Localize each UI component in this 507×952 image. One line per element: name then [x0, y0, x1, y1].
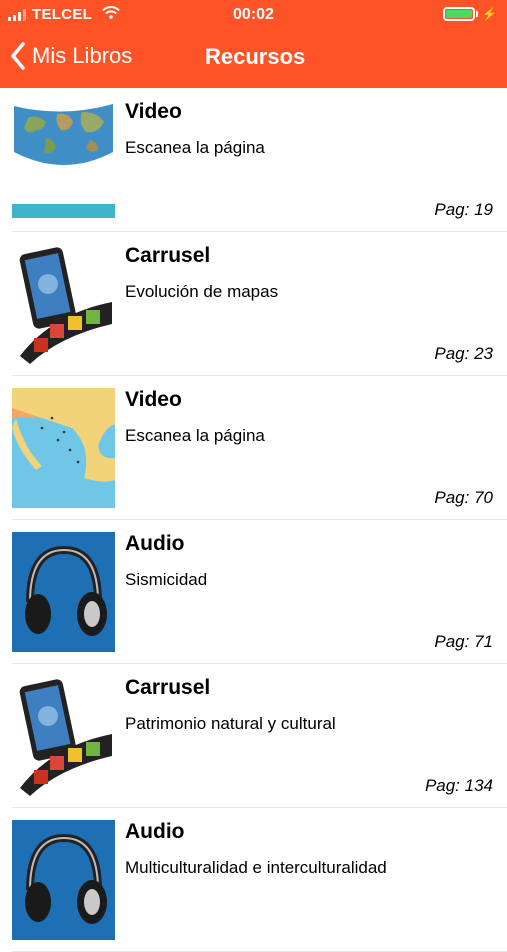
- app-header: TELCEL 00:02 ⚡ Mis Libros Recursos: [0, 0, 507, 88]
- clock: 00:02: [233, 6, 274, 23]
- resource-description: Escanea la página: [125, 426, 265, 445]
- resource-type: Video: [125, 100, 182, 123]
- resource-page: Pag: 70: [434, 488, 493, 507]
- back-label: Mis Libros: [32, 43, 133, 68]
- resource-page: Pag: 23: [434, 344, 493, 363]
- resource-description: Patrimonio natural y cultural: [125, 714, 336, 733]
- resource-description: Sismicidad: [125, 570, 208, 589]
- resource-page: Pag: 19: [434, 200, 493, 219]
- resource-row[interactable]: Carrusel Patrimonio natural y cultural P…: [12, 664, 507, 808]
- status-bar: TELCEL 00:02 ⚡: [0, 0, 507, 30]
- resource-row[interactable]: Audio Sismicidad Pag: 71: [12, 520, 507, 664]
- chevron-left-icon: [11, 42, 25, 70]
- navigation-bar: Mis Libros Recursos: [0, 36, 507, 80]
- resource-type: Audio: [125, 820, 185, 843]
- resource-row[interactable]: Carrusel Evolución de mapas Pag: 23: [12, 232, 507, 376]
- headphones-thumbnail: [12, 532, 115, 652]
- mexico-map-thumbnail: [12, 388, 115, 508]
- resource-row[interactable]: Audio Multiculturalidad e interculturali…: [12, 808, 507, 952]
- resource-type: Carrusel: [125, 676, 211, 699]
- resource-description: Multiculturalidad e interculturalidad: [125, 858, 387, 877]
- resource-type: Carrusel: [125, 244, 211, 267]
- resource-type: Audio: [125, 532, 185, 555]
- resource-description: Evolución de mapas: [125, 282, 279, 301]
- resource-page: Pag: 134: [424, 776, 493, 795]
- resource-row[interactable]: Video Escanea la página Pag: 19: [12, 88, 507, 232]
- battery-icon: ⚡: [443, 7, 497, 21]
- page-title: Recursos: [205, 44, 306, 69]
- resource-row[interactable]: Video Escanea la página Pag: 70: [12, 376, 507, 520]
- phone-filmstrip-thumbnail: [12, 676, 115, 796]
- resource-list: Video Escanea la página Pag: 19 Carrusel…: [0, 88, 507, 952]
- resource-type: Video: [125, 388, 182, 411]
- phone-filmstrip-thumbnail: [12, 244, 115, 364]
- charging-icon: ⚡: [482, 7, 497, 21]
- world-map-thumbnail: [12, 100, 115, 220]
- back-button[interactable]: Mis Libros: [10, 42, 132, 70]
- resource-description: Escanea la página: [125, 138, 265, 157]
- resource-page: Pag: 71: [434, 632, 493, 651]
- headphones-thumbnail: [12, 820, 115, 940]
